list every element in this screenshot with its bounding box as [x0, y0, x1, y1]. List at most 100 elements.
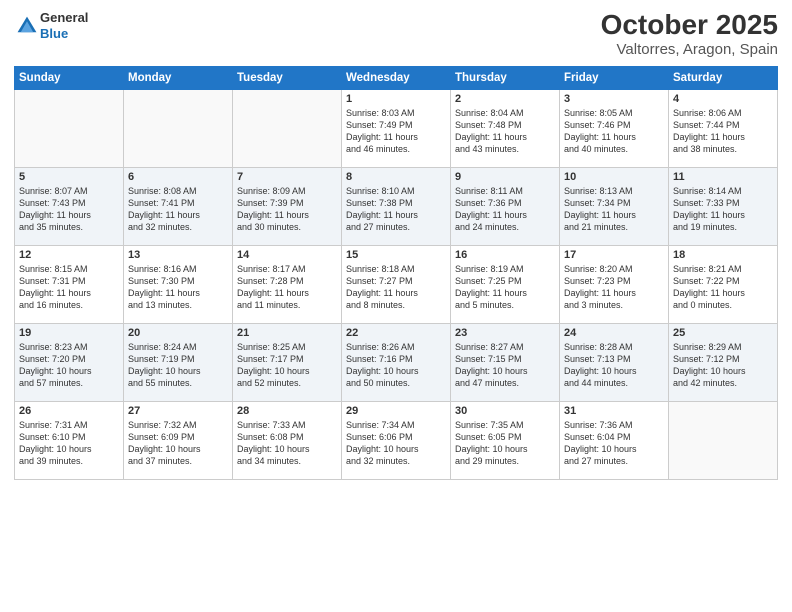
calendar-title: October 2025 [601, 10, 778, 41]
table-row [233, 89, 342, 167]
day-number: 1 [346, 93, 446, 105]
day-number: 28 [237, 405, 337, 417]
day-info: Sunrise: 8:14 AM Sunset: 7:33 PM Dayligh… [673, 185, 773, 234]
col-sunday: Sunday [15, 66, 124, 89]
table-row: 11 Sunrise: 8:14 AM Sunset: 7:33 PM Dayli… [669, 167, 778, 245]
day-info: Sunrise: 7:35 AM Sunset: 6:05 PM Dayligh… [455, 419, 555, 468]
day-info: Sunrise: 8:03 AM Sunset: 7:49 PM Dayligh… [346, 107, 446, 156]
day-number: 17 [564, 249, 664, 261]
day-info: Sunrise: 8:13 AM Sunset: 7:34 PM Dayligh… [564, 185, 664, 234]
day-number: 3 [564, 93, 664, 105]
table-row: 29 Sunrise: 7:34 AM Sunset: 6:06 PM Dayli… [342, 401, 451, 479]
col-friday: Friday [560, 66, 669, 89]
table-row: 25 Sunrise: 8:29 AM Sunset: 7:12 PM Dayli… [669, 323, 778, 401]
table-row: 14 Sunrise: 8:17 AM Sunset: 7:28 PM Dayli… [233, 245, 342, 323]
week-row: 1 Sunrise: 8:03 AM Sunset: 7:49 PM Daylig… [15, 89, 778, 167]
day-number: 11 [673, 171, 773, 183]
table-row: 5 Sunrise: 8:07 AM Sunset: 7:43 PM Daylig… [15, 167, 124, 245]
table-row: 12Sunrise: 8:15 AM Sunset: 7:31 PM Dayli… [15, 245, 124, 323]
day-info: Sunrise: 8:28 AM Sunset: 7:13 PM Dayligh… [564, 341, 664, 390]
day-number: 9 [455, 171, 555, 183]
day-info: Sunrise: 8:24 AM Sunset: 7:19 PM Dayligh… [128, 341, 228, 390]
day-number: 31 [564, 405, 664, 417]
day-number: 21 [237, 327, 337, 339]
day-number: 2 [455, 93, 555, 105]
day-info: Sunrise: 7:34 AM Sunset: 6:06 PM Dayligh… [346, 419, 446, 468]
week-row: 12Sunrise: 8:15 AM Sunset: 7:31 PM Dayli… [15, 245, 778, 323]
day-number: 6 [128, 171, 228, 183]
table-row: 18Sunrise: 8:21 AM Sunset: 7:22 PM Dayli… [669, 245, 778, 323]
table-row [124, 89, 233, 167]
day-number: 25 [673, 327, 773, 339]
day-number: 18 [673, 249, 773, 261]
table-row: 16 Sunrise: 8:19 AM Sunset: 7:25 PM Dayli… [451, 245, 560, 323]
day-number: 29 [346, 405, 446, 417]
day-info: Sunrise: 8:23 AM Sunset: 7:20 PM Dayligh… [19, 341, 119, 390]
day-number: 7 [237, 171, 337, 183]
day-number: 13 [128, 249, 228, 261]
table-row: 15Sunrise: 8:18 AM Sunset: 7:27 PM Dayli… [342, 245, 451, 323]
day-number: 5 [19, 171, 119, 183]
table-row: 3 Sunrise: 8:05 AM Sunset: 7:46 PM Daylig… [560, 89, 669, 167]
day-info: Sunrise: 8:10 AM Sunset: 7:38 PM Dayligh… [346, 185, 446, 234]
table-row: 6 Sunrise: 8:08 AM Sunset: 7:41 PM Daylig… [124, 167, 233, 245]
table-row: 13Sunrise: 8:16 AM Sunset: 7:30 PM Dayli… [124, 245, 233, 323]
table-row: 20Sunrise: 8:24 AM Sunset: 7:19 PM Dayli… [124, 323, 233, 401]
day-info: Sunrise: 8:17 AM Sunset: 7:28 PM Dayligh… [237, 263, 337, 312]
day-info: Sunrise: 8:04 AM Sunset: 7:48 PM Dayligh… [455, 107, 555, 156]
week-row: 26 Sunrise: 7:31 AM Sunset: 6:10 PM Dayli… [15, 401, 778, 479]
day-number: 4 [673, 93, 773, 105]
table-row: 19 Sunrise: 8:23 AM Sunset: 7:20 PM Dayli… [15, 323, 124, 401]
logo: General Blue [14, 10, 88, 41]
calendar-table: Sunday Monday Tuesday Wednesday Thursday… [14, 66, 778, 480]
day-number: 30 [455, 405, 555, 417]
logo-icon [16, 15, 38, 37]
day-number: 8 [346, 171, 446, 183]
col-saturday: Saturday [669, 66, 778, 89]
day-info: Sunrise: 8:20 AM Sunset: 7:23 PM Dayligh… [564, 263, 664, 312]
table-row: 30 Sunrise: 7:35 AM Sunset: 6:05 PM Dayli… [451, 401, 560, 479]
table-row: 10 Sunrise: 8:13 AM Sunset: 7:34 PM Dayli… [560, 167, 669, 245]
day-info: Sunrise: 8:29 AM Sunset: 7:12 PM Dayligh… [673, 341, 773, 390]
logo-text: General Blue [40, 10, 88, 41]
table-row: 28Sunrise: 7:33 AM Sunset: 6:08 PM Dayli… [233, 401, 342, 479]
header-row: Sunday Monday Tuesday Wednesday Thursday… [15, 66, 778, 89]
week-row: 5 Sunrise: 8:07 AM Sunset: 7:43 PM Daylig… [15, 167, 778, 245]
day-number: 10 [564, 171, 664, 183]
day-number: 12 [19, 249, 119, 261]
day-info: Sunrise: 8:07 AM Sunset: 7:43 PM Dayligh… [19, 185, 119, 234]
day-number: 16 [455, 249, 555, 261]
day-info: Sunrise: 7:31 AM Sunset: 6:10 PM Dayligh… [19, 419, 119, 468]
day-info: Sunrise: 8:05 AM Sunset: 7:46 PM Dayligh… [564, 107, 664, 156]
table-row: 7 Sunrise: 8:09 AM Sunset: 7:39 PM Daylig… [233, 167, 342, 245]
table-row: 17 Sunrise: 8:20 AM Sunset: 7:23 PM Dayli… [560, 245, 669, 323]
col-monday: Monday [124, 66, 233, 89]
day-info: Sunrise: 8:19 AM Sunset: 7:25 PM Dayligh… [455, 263, 555, 312]
col-tuesday: Tuesday [233, 66, 342, 89]
day-number: 23 [455, 327, 555, 339]
header: General Blue October 2025 Valtorres, Ara… [14, 10, 778, 58]
table-row: 1 Sunrise: 8:03 AM Sunset: 7:49 PM Daylig… [342, 89, 451, 167]
page: General Blue October 2025 Valtorres, Ara… [0, 0, 792, 612]
table-row: 31 Sunrise: 7:36 AM Sunset: 6:04 PM Dayli… [560, 401, 669, 479]
day-number: 26 [19, 405, 119, 417]
table-row: 24 Sunrise: 8:28 AM Sunset: 7:13 PM Dayli… [560, 323, 669, 401]
table-row: 22Sunrise: 8:26 AM Sunset: 7:16 PM Dayli… [342, 323, 451, 401]
day-info: Sunrise: 8:09 AM Sunset: 7:39 PM Dayligh… [237, 185, 337, 234]
day-number: 14 [237, 249, 337, 261]
col-wednesday: Wednesday [342, 66, 451, 89]
table-row: 8 Sunrise: 8:10 AM Sunset: 7:38 PM Daylig… [342, 167, 451, 245]
day-info: Sunrise: 8:11 AM Sunset: 7:36 PM Dayligh… [455, 185, 555, 234]
table-row: 23 Sunrise: 8:27 AM Sunset: 7:15 PM Dayli… [451, 323, 560, 401]
day-number: 19 [19, 327, 119, 339]
day-number: 24 [564, 327, 664, 339]
day-info: Sunrise: 8:08 AM Sunset: 7:41 PM Dayligh… [128, 185, 228, 234]
week-row: 19 Sunrise: 8:23 AM Sunset: 7:20 PM Dayli… [15, 323, 778, 401]
day-info: Sunrise: 7:36 AM Sunset: 6:04 PM Dayligh… [564, 419, 664, 468]
day-info: Sunrise: 8:27 AM Sunset: 7:15 PM Dayligh… [455, 341, 555, 390]
day-info: Sunrise: 8:26 AM Sunset: 7:16 PM Dayligh… [346, 341, 446, 390]
title-block: October 2025 Valtorres, Aragon, Spain [601, 10, 778, 58]
table-row [669, 401, 778, 479]
day-info: Sunrise: 8:18 AM Sunset: 7:27 PM Dayligh… [346, 263, 446, 312]
table-row [15, 89, 124, 167]
